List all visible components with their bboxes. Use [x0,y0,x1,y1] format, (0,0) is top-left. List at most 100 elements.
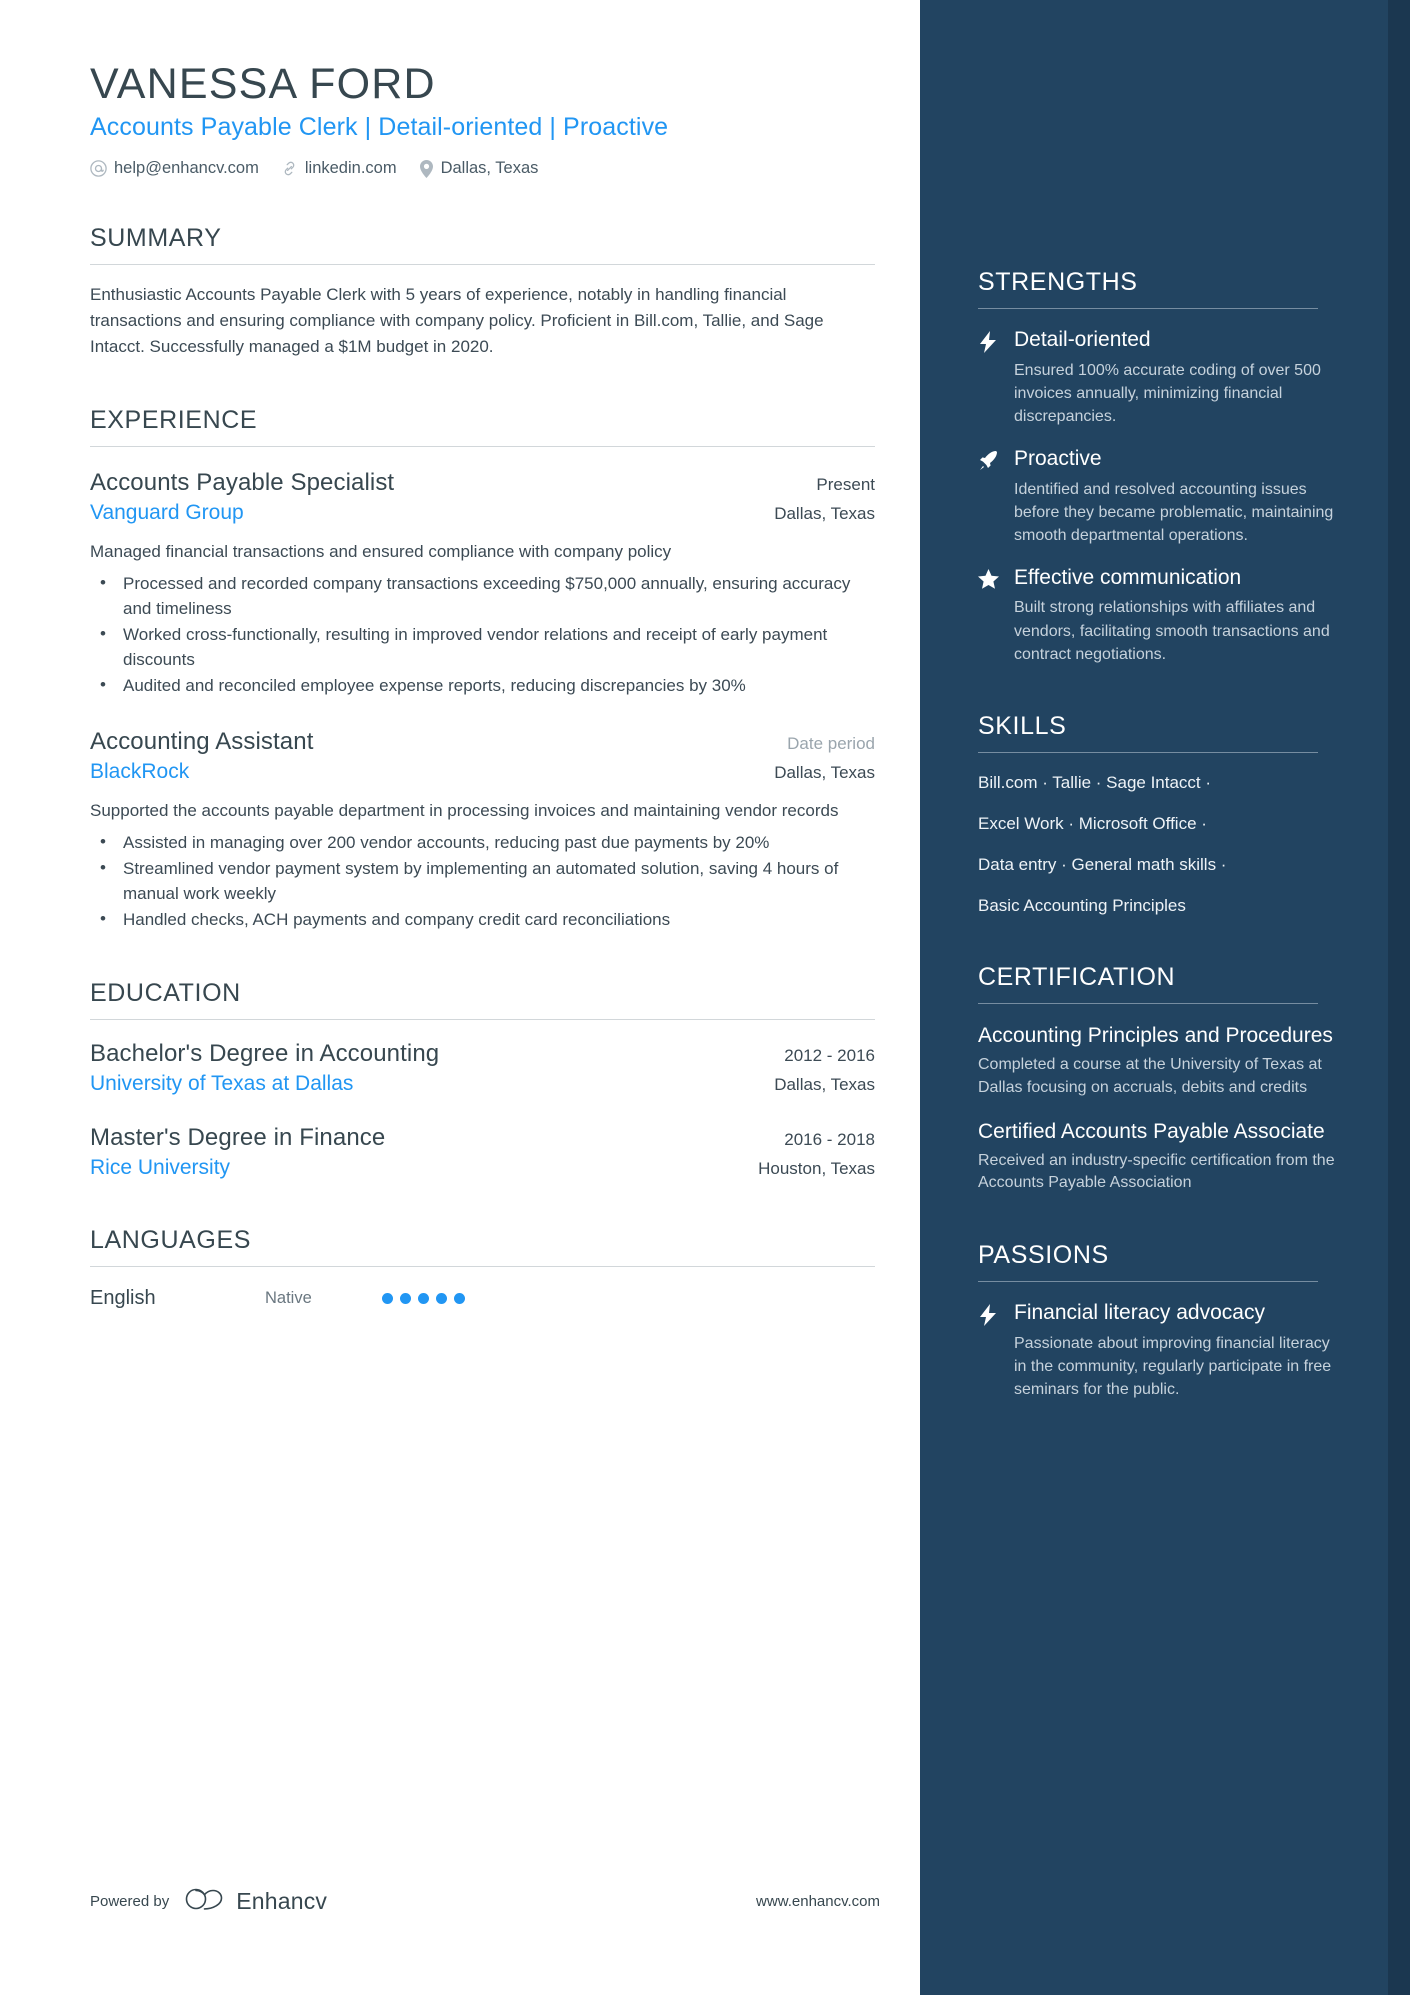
education-entry: Bachelor's Degree in Accounting 2012 - 2… [90,1040,875,1096]
section-divider [90,446,875,448]
infinity-heart-icon [185,1886,227,1917]
section-divider [978,1002,1318,1004]
certification-item-title: Accounting Principles and Procedures [978,1023,1333,1047]
sidebar-content: STRENGTHS Detail-oriented Ensured 100% a… [920,0,1388,1401]
experience-location: Dallas, Texas [774,504,875,524]
footer-website[interactable]: www.enhancv.com [756,1893,880,1910]
strength-item: Effective communication Built strong rel… [978,566,1338,666]
strength-text: Identified and resolved accounting issue… [1014,480,1334,544]
list-item: Streamlined vendor payment system by imp… [90,855,870,906]
strengths-title: STRENGTHS [978,268,1138,296]
strength-item: Detail-oriented Ensured 100% accurate co… [978,328,1338,428]
section-divider [978,1281,1318,1283]
experience-title: EXPERIENCE [90,406,258,435]
experience-description: Managed financial transactions and ensur… [90,542,672,562]
education-school[interactable]: University of Texas at Dallas [90,1072,353,1096]
certification-item-text: Received an industry-specific certificat… [978,1151,1335,1192]
skills-title: SKILLS [978,711,1067,740]
experience-date: Date period [787,734,875,754]
passions-section: PASSIONS Financial literacy advocacy Pas… [978,1241,1338,1401]
lightning-bolt-icon [978,328,1000,428]
list-item: Audited and reconciled employee expense … [90,672,870,698]
resume-page: STRENGTHS Detail-oriented Ensured 100% a… [0,0,1410,1995]
experience-role: Accounts Payable Specialist [90,469,395,497]
education-location: Houston, Texas [758,1158,875,1178]
languages-section: LANGUAGES English Native [90,1226,875,1310]
experience-company[interactable]: Vanguard Group [90,501,244,525]
rating-dot [400,1292,411,1304]
certification-item: Accounting Principles and Procedures Com… [978,1023,1338,1100]
list-item: Assisted in managing over 200 vendor acc… [90,829,870,855]
skill-line: Bill.com · Tallie · Sage Intacct · [978,772,1212,792]
headline: Accounts Payable Clerk | Detail-oriented… [90,113,669,142]
link-icon [281,160,298,177]
languages-title: LANGUAGES [90,1225,252,1254]
main-column: VANESSA FORD Accounts Payable Clerk | De… [0,0,920,1310]
summary-text: Enthusiastic Accounts Payable Clerk with… [90,285,824,357]
education-section: EDUCATION Bachelor's Degree in Accountin… [90,979,875,1180]
contact-email[interactable]: help@enhancv.com [90,159,259,178]
skill-line: Basic Accounting Principles [978,895,1186,915]
contact-email-text: help@enhancv.com [114,159,259,178]
contact-row: help@enhancv.com linkedin.com Dallas, Te… [90,159,920,178]
passions-title: PASSIONS [978,1241,1109,1270]
passion-title: Financial literacy advocacy [1014,1301,1265,1325]
contact-location-text: Dallas, Texas [440,159,539,178]
language-row: English Native [90,1287,875,1310]
rocket-icon [978,447,1000,547]
education-title: EDUCATION [90,978,241,1007]
certification-item: Certified Accounts Payable Associate Rec… [978,1119,1338,1196]
summary-section: SUMMARY Enthusiastic Accounts Payable Cl… [90,224,875,360]
experience-entry: Accounting Assistant Date period BlackRo… [90,728,875,932]
strength-text: Built strong relationships with affiliat… [1014,599,1330,663]
resume-header: VANESSA FORD Accounts Payable Clerk | De… [90,60,920,178]
skill-line: Data entry · General math skills · [978,854,1227,874]
education-school[interactable]: Rice University [90,1156,230,1180]
education-date: 2016 - 2018 [784,1129,875,1149]
strength-title: Proactive [1014,446,1102,470]
experience-section: EXPERIENCE Accounts Payable Specialist P… [90,406,875,932]
certification-section: CERTIFICATION Accounting Principles and … [978,963,1338,1195]
contact-link[interactable]: linkedin.com [281,159,397,178]
skills-section: SKILLS Bill.com · Tallie · Sage Intacct … [978,712,1338,917]
powered-by-label: Powered by [90,1893,170,1910]
section-divider [90,1265,875,1267]
strength-title: Detail-oriented [1014,328,1151,351]
list-item: Processed and recorded company transacti… [90,570,870,621]
rating-dot [418,1292,429,1304]
enhancv-logo: Enhancv [185,1886,327,1917]
certification-item-text: Completed a course at the University of … [978,1056,1322,1096]
experience-location: Dallas, Texas [774,763,875,783]
rating-dot [436,1292,447,1304]
contact-location: Dallas, Texas [419,159,539,178]
enhancv-wordmark: Enhancv [236,1888,328,1914]
education-location: Dallas, Texas [774,1074,875,1094]
experience-description: Supported the accounts payable departmen… [90,801,839,821]
contact-link-text: linkedin.com [304,159,397,178]
footer: Powered by Enhancv www.enhancv.com [90,1886,880,1917]
education-degree: Master's Degree in Finance [90,1123,386,1151]
rating-dot [382,1292,393,1304]
experience-bullets: Processed and recorded company transacti… [90,570,875,699]
strength-text: Ensured 100% accurate coding of over 500… [1014,361,1321,425]
page-title: VANESSA FORD [90,60,436,108]
sidebar-accent-strip [1388,0,1410,1995]
passion-item: Financial literacy advocacy Passionate a… [978,1301,1338,1401]
strengths-section: STRENGTHS Detail-oriented Ensured 100% a… [978,268,1338,666]
experience-entry: Accounts Payable Specialist Present Vang… [90,469,875,698]
location-pin-icon [419,159,434,178]
language-level: Native [265,1288,312,1307]
certification-item-title: Certified Accounts Payable Associate [978,1119,1325,1143]
education-date: 2012 - 2016 [784,1045,875,1065]
star-icon [978,566,1000,666]
passion-text: Passionate about improving financial lit… [1014,1334,1332,1399]
section-divider [978,751,1318,753]
strength-item: Proactive Identified and resolved accoun… [978,447,1338,547]
experience-company[interactable]: BlackRock [90,760,189,784]
strength-title: Effective communication [1014,565,1242,589]
language-name: English [90,1286,156,1309]
summary-title: SUMMARY [90,224,222,253]
section-divider [90,264,875,266]
section-divider [978,308,1318,309]
list-item: Handled checks, ACH payments and company… [90,906,870,932]
